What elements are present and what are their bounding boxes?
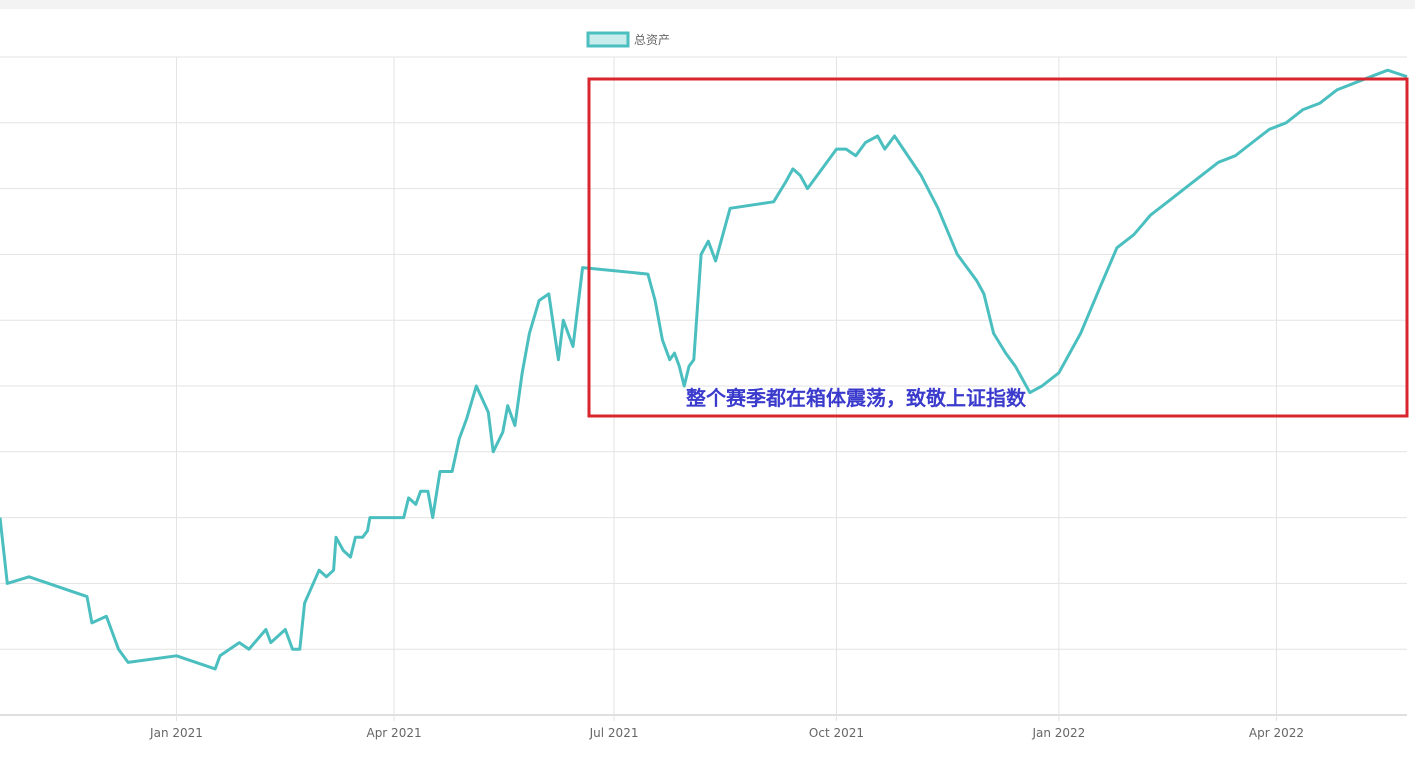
line-chart: Jan 2021 Apr 2021 Jul 2021 Oct 2021 Jan 2022… xyxy=(0,31,1409,740)
x-tick-label: Apr 2021 xyxy=(366,726,421,740)
annotation-text: 整个赛季都在箱体震荡，致敬上证指数 xyxy=(685,386,1027,410)
series-layer xyxy=(0,68,1408,671)
legend[interactable]: 总资产 xyxy=(586,31,670,48)
x-tick-label: Jan 2022 xyxy=(1031,726,1085,740)
legend-label: 总资产 xyxy=(634,33,670,47)
x-tick-label: Apr 2022 xyxy=(1249,726,1304,740)
x-tick-label: Jul 2021 xyxy=(589,726,639,740)
x-tick-label: Oct 2021 xyxy=(809,726,864,740)
x-tick-label: Jan 2021 xyxy=(149,726,203,740)
series-line-0 xyxy=(0,68,1408,671)
legend-swatch xyxy=(586,31,630,48)
x-axis-ticks: Jan 2021 Apr 2021 Jul 2021 Oct 2021 Jan 2022… xyxy=(149,726,1304,740)
